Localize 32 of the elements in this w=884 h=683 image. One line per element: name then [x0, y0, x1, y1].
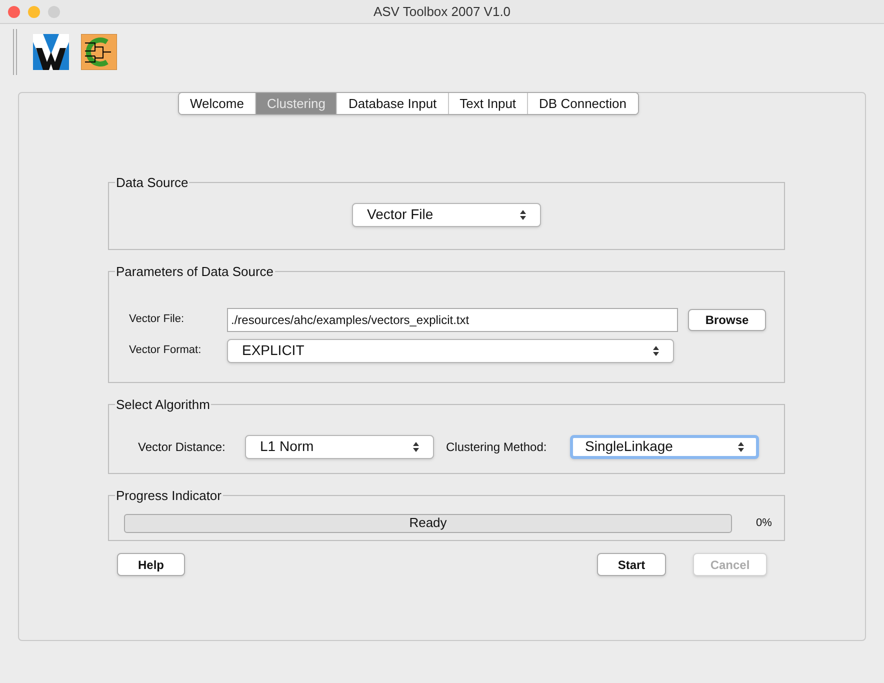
- group-title: Parameters of Data Source: [115, 263, 275, 281]
- browse-button[interactable]: Browse: [688, 308, 766, 330]
- method-select[interactable]: SingleLinkage: [570, 434, 759, 458]
- group-title: Data Source: [115, 174, 190, 192]
- stepper-arrows-icon: [413, 442, 419, 452]
- tab[interactable]: Database Input: [336, 93, 448, 114]
- distance-select[interactable]: L1 Norm: [245, 434, 434, 458]
- close-button[interactable]: [8, 6, 20, 18]
- group-title: Progress Indicator: [115, 487, 222, 505]
- tab[interactable]: Welcome: [179, 93, 255, 114]
- file-path-field[interactable]: ./resources/ahc/examples/vectors_explicit.txt: [227, 308, 678, 332]
- field-label: Vector Distance:: [138, 438, 226, 456]
- minimize-button[interactable]: [28, 6, 40, 18]
- group-title: Select Algorithm: [115, 396, 211, 414]
- zoom-button[interactable]: [48, 6, 60, 18]
- start-button[interactable]: Start: [597, 553, 666, 576]
- help-button[interactable]: Help: [117, 553, 185, 576]
- stepper-arrows-icon: [653, 346, 659, 356]
- dendrogram-icon[interactable]: [81, 34, 117, 70]
- logo-icon[interactable]: [33, 34, 69, 70]
- field-label: Vector File:: [128, 312, 186, 328]
- format-select[interactable]: EXPLICIT: [227, 338, 674, 362]
- window-title: ASV Toolbox 2007 V1.0: [373, 2, 511, 21]
- progress-percent: 0%: [756, 516, 772, 531]
- stepper-arrows-icon: [738, 442, 744, 452]
- progress-text: Ready: [408, 514, 448, 532]
- field-label: Vector Format:: [128, 343, 202, 358]
- source-select[interactable]: Vector File: [352, 202, 541, 226]
- tab[interactable]: DB Connection: [527, 93, 638, 114]
- stepper-arrows-icon: [520, 210, 526, 220]
- field-label: Clustering Method:: [446, 438, 548, 456]
- tab[interactable]: Text Input: [448, 93, 528, 114]
